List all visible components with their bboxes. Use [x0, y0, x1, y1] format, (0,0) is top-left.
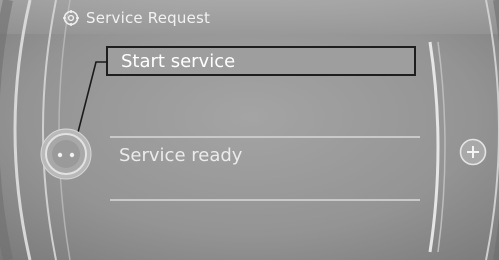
plus-icon[interactable] — [459, 138, 487, 166]
controller-knob-icon[interactable] — [40, 128, 92, 180]
scroll-track[interactable] — [424, 40, 450, 254]
idrive-screen: Service Request Start service Service re… — [0, 0, 499, 260]
